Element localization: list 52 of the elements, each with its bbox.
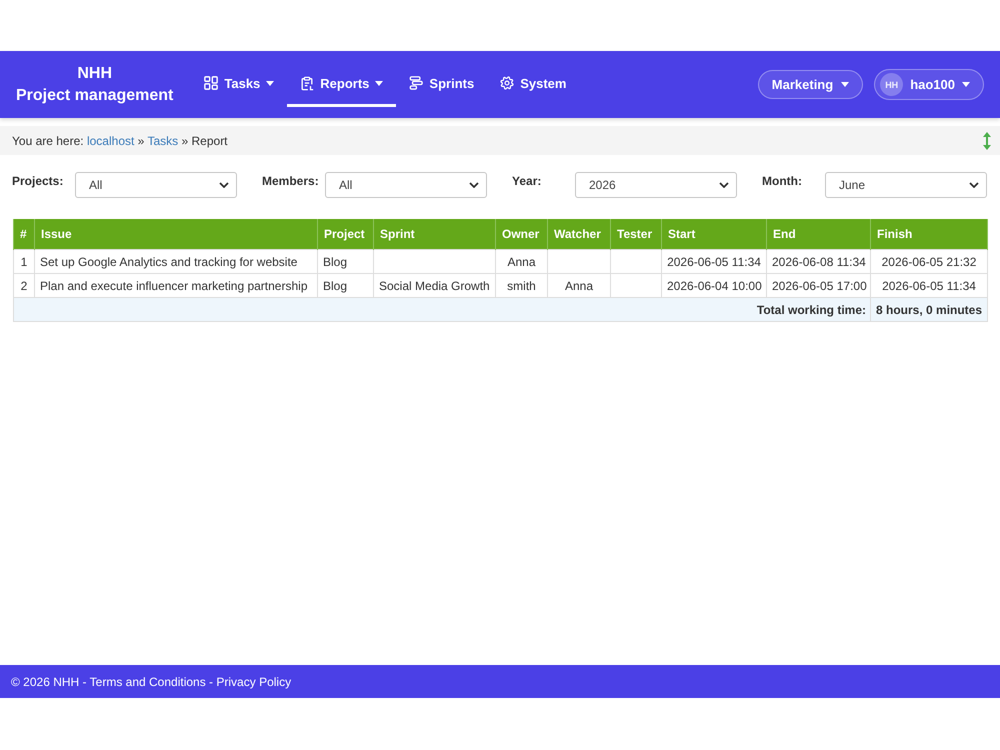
nav-tab[interactable]: Tasks: [191, 62, 288, 106]
column-header: Project: [318, 219, 374, 250]
brand-title[interactable]: NHH Project management: [16, 62, 174, 106]
dropdown-select[interactable]: June: [825, 172, 987, 198]
table-cell: 2026-06-05 21:32: [870, 250, 988, 274]
column-header: End: [766, 219, 870, 250]
column-header: #: [14, 219, 34, 250]
nav-tab[interactable]: Reports: [287, 62, 396, 106]
stacked-bars-icon: [409, 76, 424, 90]
filter-label: Month:: [762, 173, 803, 188]
settings-icon: [500, 76, 514, 90]
dropdown-select[interactable]: All: [75, 172, 237, 198]
footer-link[interactable]: Privacy Policy: [216, 674, 292, 688]
vertical-resize-icon[interactable]: [983, 132, 991, 150]
filter-label: Projects:: [12, 173, 64, 188]
filter-label: Year:: [512, 173, 542, 188]
chevron-down-icon: [469, 182, 479, 188]
table-cell: Anna: [496, 250, 548, 274]
nav-tab[interactable]: Sprints: [396, 62, 488, 106]
breadcrumb-link[interactable]: localhost: [86, 134, 134, 148]
avatar-initials: HH: [880, 73, 904, 96]
column-header: Owner: [496, 219, 548, 250]
total-label: Total working time:: [14, 298, 870, 322]
breadcrumb-link[interactable]: Tasks: [147, 134, 178, 148]
column-header: Issue: [34, 219, 318, 250]
user-menu-button[interactable]: HH hao100: [874, 69, 984, 100]
chevron-down-icon: [219, 182, 229, 188]
footer-text: © 2026 NHH - Terms and Conditions - Privacy Policy: [11, 674, 292, 688]
table-cell: 1: [14, 250, 34, 274]
clipboard-icon: [300, 76, 314, 90]
chevron-down-icon: [719, 182, 729, 188]
caret-down-icon: [962, 82, 970, 87]
table-cell: 2026-06-08 11:34: [766, 250, 870, 274]
dropdown-select[interactable]: 2026: [575, 172, 737, 198]
table-cell: Blog: [318, 250, 374, 274]
column-header: Tester: [610, 219, 662, 250]
nav-tab[interactable]: System: [487, 62, 580, 106]
footer-link[interactable]: Terms and Conditions: [90, 674, 206, 688]
filter-label: Members:: [262, 173, 320, 188]
column-header: Finish: [870, 219, 988, 250]
caret-down-icon: [841, 82, 850, 87]
chevron-down-icon: [969, 182, 979, 188]
table-cell: Set up Google Analytics and tracking for website: [34, 250, 318, 274]
column-header: Watcher: [548, 219, 610, 250]
table-cell: 2026-06-05 11:34: [662, 250, 766, 274]
column-header: Sprint: [374, 219, 496, 250]
dropdown-select[interactable]: All: [325, 172, 487, 198]
dashboard-grid-icon: [204, 76, 218, 90]
workspace-menu-button[interactable]: Marketing: [758, 70, 864, 99]
column-header: Start: [662, 219, 766, 250]
total-value: 8 hours, 0 minutes: [870, 298, 988, 322]
breadcrumb: You are here: localhost » Tasks » Report: [12, 134, 228, 148]
